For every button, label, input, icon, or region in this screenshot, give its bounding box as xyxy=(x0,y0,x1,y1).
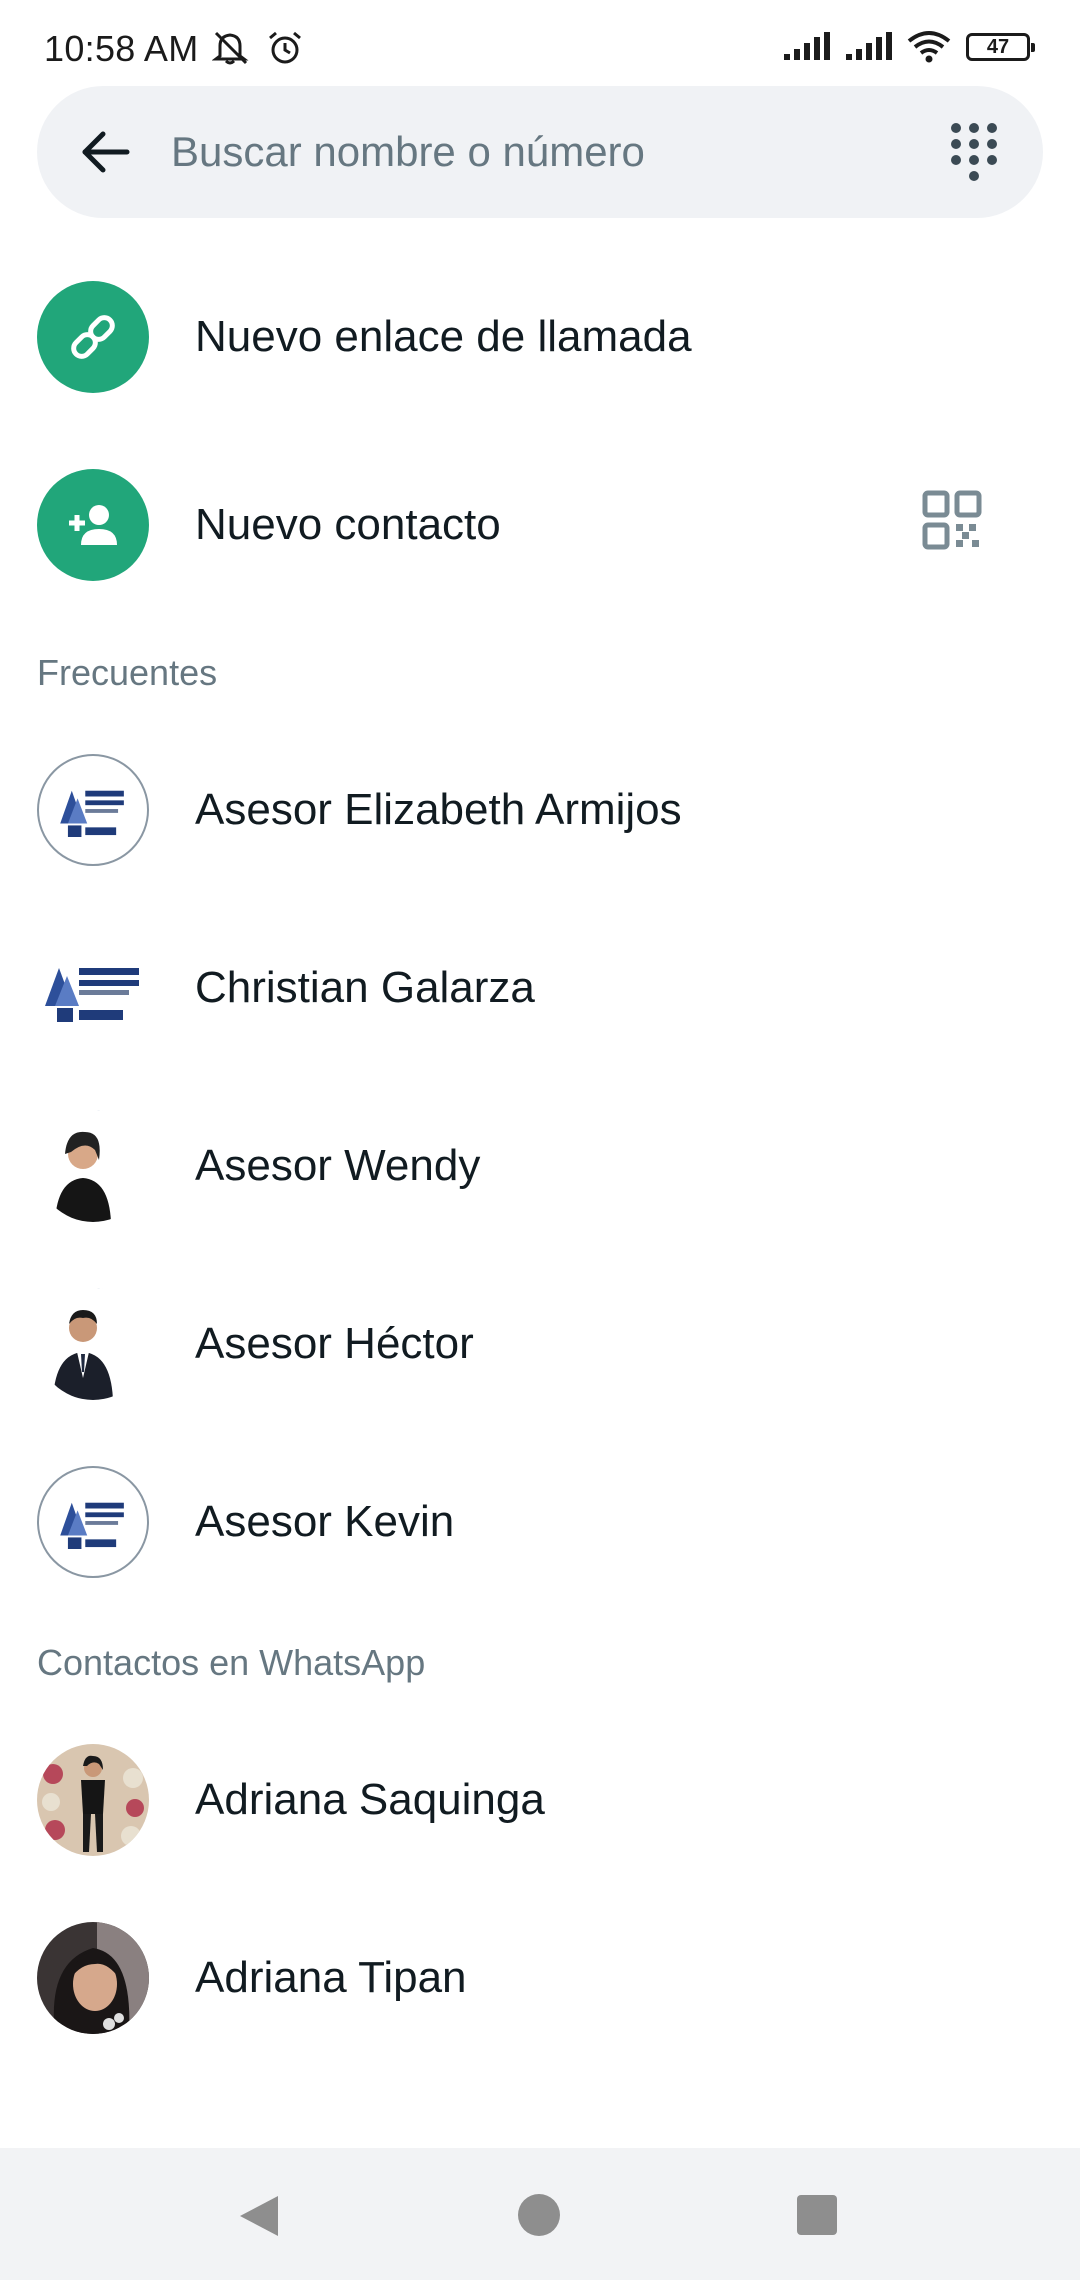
contact-name: Asesor Kevin xyxy=(195,1497,455,1546)
section-header-frequent: Frecuentes xyxy=(37,652,218,693)
battery-level: 47 xyxy=(986,35,1010,58)
qr-code-icon[interactable] xyxy=(922,490,982,550)
status-bar: 10:58 AM 47 xyxy=(0,0,1080,80)
link-icon-circle xyxy=(37,281,149,393)
status-time: 10:58 AM xyxy=(44,28,199,69)
search-bar xyxy=(37,86,1043,218)
contact-name: Asesor Wendy xyxy=(195,1141,481,1190)
contact-row[interactable]: Adriana Tipan xyxy=(0,1898,1080,2058)
avatar xyxy=(37,1466,149,1578)
contact-name: Christian Galarza xyxy=(195,963,535,1012)
wifi-icon xyxy=(907,31,951,63)
alarm-icon xyxy=(269,31,301,64)
contact-row[interactable]: Christian Galarza xyxy=(0,908,1080,1068)
global-english-logo-icon xyxy=(60,1502,124,1549)
contact-name: Asesor Héctor xyxy=(195,1319,474,1368)
person-photo-icon xyxy=(37,1744,149,1856)
signal-icon xyxy=(784,32,830,60)
avatar xyxy=(37,1744,149,1856)
dialpad-icon[interactable] xyxy=(949,120,999,184)
contact-name: Asesor Elizabeth Armijos xyxy=(195,785,682,834)
global-english-logo-icon xyxy=(45,968,139,1022)
add-person-icon xyxy=(69,505,117,545)
section-header-whatsapp-contacts: Contactos en WhatsApp xyxy=(37,1642,426,1683)
signal-icon xyxy=(846,32,892,60)
system-navigation-bar xyxy=(0,2148,1080,2280)
contact-name: Adriana Saquinga xyxy=(195,1775,545,1824)
nav-back-icon[interactable] xyxy=(238,2194,280,2238)
new-contact-label: Nuevo contacto xyxy=(195,500,501,549)
back-arrow-icon[interactable] xyxy=(77,124,133,180)
add-person-icon-circle xyxy=(37,469,149,581)
contact-row[interactable]: Asesor Héctor xyxy=(0,1264,1080,1424)
person-photo-icon xyxy=(37,1110,149,1222)
link-icon xyxy=(71,315,115,359)
person-photo-icon xyxy=(37,1288,149,1400)
person-photo-icon xyxy=(37,1922,149,2034)
contact-row[interactable]: Adriana Saquinga xyxy=(0,1720,1080,1880)
global-english-logo-icon xyxy=(60,790,124,837)
nav-home-icon[interactable] xyxy=(518,2194,560,2236)
search-input[interactable] xyxy=(171,116,931,188)
nav-recents-icon[interactable] xyxy=(797,2195,837,2235)
contact-row[interactable]: Asesor Elizabeth Armijos xyxy=(0,730,1080,890)
avatar xyxy=(37,754,149,866)
battery-icon: 47 xyxy=(966,33,1035,61)
avatar xyxy=(37,1922,149,2034)
new-call-link-label: Nuevo enlace de llamada xyxy=(195,312,692,361)
avatar xyxy=(37,1288,149,1400)
new-call-link-row[interactable]: Nuevo enlace de llamada xyxy=(0,262,1080,412)
contact-row[interactable]: Asesor Kevin xyxy=(0,1442,1080,1602)
muted-notifications-icon xyxy=(212,31,249,65)
contact-name: Adriana Tipan xyxy=(195,1953,467,2002)
avatar xyxy=(37,932,149,1044)
contact-row[interactable]: Asesor Wendy xyxy=(0,1086,1080,1246)
avatar xyxy=(37,1110,149,1222)
new-contact-row[interactable]: Nuevo contacto xyxy=(0,450,1080,600)
